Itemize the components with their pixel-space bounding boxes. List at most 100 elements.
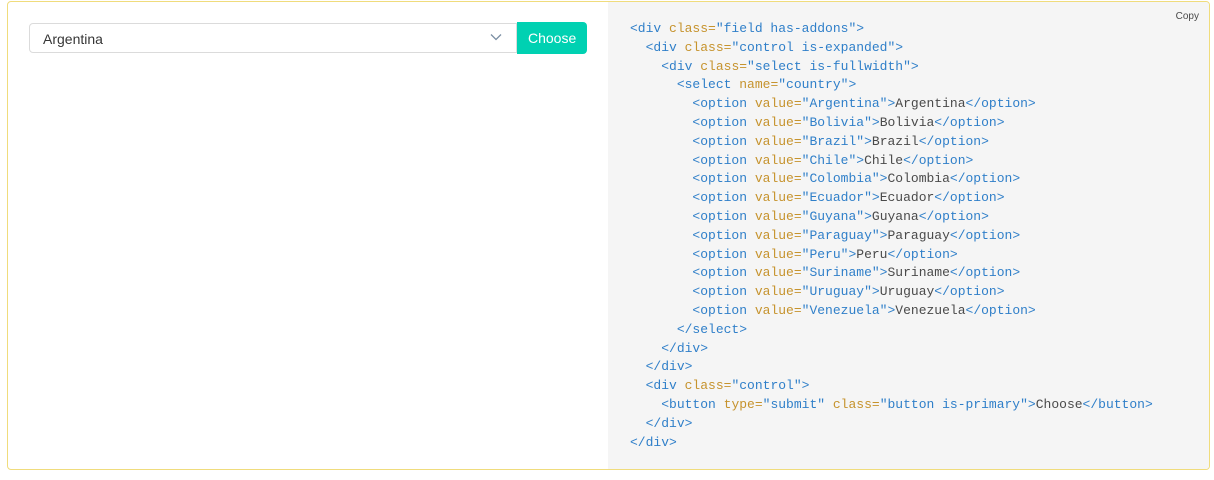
code-line: <option value="Uruguay">Uruguay</option> — [630, 284, 1005, 300]
code-token: "Chile" — [801, 152, 857, 168]
code-token: <button — [661, 396, 724, 412]
code-token: > — [801, 378, 810, 394]
code-token: Guyana — [871, 208, 919, 224]
code-token: value= — [754, 114, 802, 130]
code-token: <option — [692, 190, 755, 206]
code-token: <div — [630, 21, 670, 36]
code-line: <option value="Chile">Chile</option> — [630, 153, 973, 168]
code-token: <option — [692, 171, 755, 187]
code-token: class= — [684, 378, 732, 394]
code-token: </button> — [1082, 396, 1153, 412]
code-token: > — [864, 208, 872, 224]
code-token: <select — [676, 77, 740, 93]
code-token: class= — [684, 39, 732, 55]
code-token: > — [895, 39, 904, 55]
code-token: > — [1027, 396, 1036, 412]
code-token: "field has-addons" — [715, 21, 857, 36]
code-line: <button type="submit" class="button is-p… — [630, 397, 1153, 412]
code-token: "Brazil" — [801, 133, 865, 149]
code-token: </div> — [630, 434, 677, 450]
code-token: value= — [754, 133, 802, 149]
chevron-down-icon — [490, 34, 502, 41]
code-token: Uruguay — [879, 284, 935, 300]
country-select[interactable]: Argentina — [29, 23, 517, 53]
code-block: <div class="field has-addons"> <div clas… — [630, 20, 1153, 452]
code-line: <select name="country"> — [630, 77, 856, 92]
code-token: </option> — [949, 265, 1021, 281]
code-token: <option — [692, 284, 755, 300]
code-token: "Suriname" — [801, 265, 880, 281]
code-token: Suriname — [887, 265, 950, 281]
code-token: </option> — [934, 284, 1005, 300]
code-token: value= — [754, 265, 802, 281]
code-token: </option> — [965, 302, 1036, 318]
code-token: value= — [754, 302, 802, 318]
code-line: </div> — [630, 341, 708, 356]
example-container: Argentina Choose Copy <div class="field … — [7, 1, 1210, 470]
code-line: </div> — [630, 435, 677, 450]
copy-button[interactable]: Copy — [1176, 11, 1199, 22]
code-token: > — [848, 77, 857, 93]
code-token: "Argentina" — [801, 96, 888, 112]
code-token: <option — [692, 96, 755, 112]
code-token: <option — [692, 133, 755, 149]
code-token: > — [871, 114, 880, 130]
code-token: Chile — [864, 152, 904, 168]
code-token: <option — [692, 246, 755, 262]
code-token: </option> — [949, 171, 1021, 187]
code-line: <option value="Suriname">Suriname</optio… — [630, 265, 1020, 280]
code-line: <div class="field has-addons"> — [630, 21, 864, 36]
code-token: > — [871, 284, 880, 300]
code-token: class= — [669, 21, 716, 36]
code-token: "Paraguay" — [801, 227, 880, 243]
code-token: type= — [723, 396, 763, 412]
code-token: </select> — [676, 321, 748, 337]
code-token: Argentina — [895, 96, 966, 112]
code-line: <option value="Ecuador">Ecuador</option> — [630, 190, 1004, 206]
code-token: </option> — [934, 114, 1005, 130]
code-token: </option> — [965, 96, 1036, 112]
code-token: value= — [754, 246, 802, 262]
code-token: <option — [692, 114, 755, 130]
code-line: <option value="Paraguay">Paraguay</optio… — [630, 228, 1020, 243]
code-token: </option> — [918, 133, 989, 149]
code-token: > — [871, 190, 880, 206]
code-token: > — [856, 152, 865, 168]
code-token: "select is-fullwidth" — [747, 58, 911, 74]
code-token: > — [856, 21, 865, 36]
code-line: <div class="select is-fullwidth"> — [630, 58, 919, 74]
code-token: <option — [692, 227, 755, 243]
code-token: "control" — [731, 378, 802, 394]
code-token: </div> — [661, 340, 709, 356]
code-token: value= — [754, 208, 802, 224]
code-token: value= — [754, 96, 802, 112]
code-token: value= — [754, 284, 802, 300]
code-line: <div class="control is-expanded"> — [630, 40, 903, 55]
code-line: </div> — [630, 359, 693, 375]
code-line: <option value="Guyana">Guyana</option> — [630, 209, 989, 224]
code-token: > — [910, 58, 919, 74]
code-token: "Ecuador" — [801, 190, 872, 206]
code-token: </div> — [645, 415, 693, 431]
code-line: <option value="Argentina">Argentina</opt… — [630, 96, 1036, 112]
code-token: class= — [700, 58, 748, 74]
code-token: value= — [754, 190, 802, 206]
code-token: Colombia — [887, 171, 950, 187]
code-token: name= — [739, 77, 779, 93]
code-token: Choose — [1035, 396, 1083, 412]
code-token: "Venezuela" — [801, 302, 888, 318]
code-token: "Colombia" — [801, 171, 880, 187]
code-line: <option value="Bolivia">Bolivia</option> — [630, 114, 1005, 130]
code-token: Brazil — [871, 133, 919, 149]
code-line: <option value="Colombia">Colombia</optio… — [630, 171, 1020, 186]
code-token: </option> — [949, 227, 1021, 243]
code-line: </select> — [630, 322, 747, 337]
code-token: value= — [754, 227, 802, 243]
code-token: </div> — [645, 359, 693, 375]
field-has-addons: Argentina Choose — [29, 22, 588, 54]
code-token: "submit" — [762, 396, 833, 412]
choose-button[interactable]: Choose — [517, 22, 588, 54]
code-token: > — [864, 133, 872, 149]
code-token: "control is-expanded" — [731, 39, 896, 55]
country-select-value: Argentina — [43, 31, 103, 47]
